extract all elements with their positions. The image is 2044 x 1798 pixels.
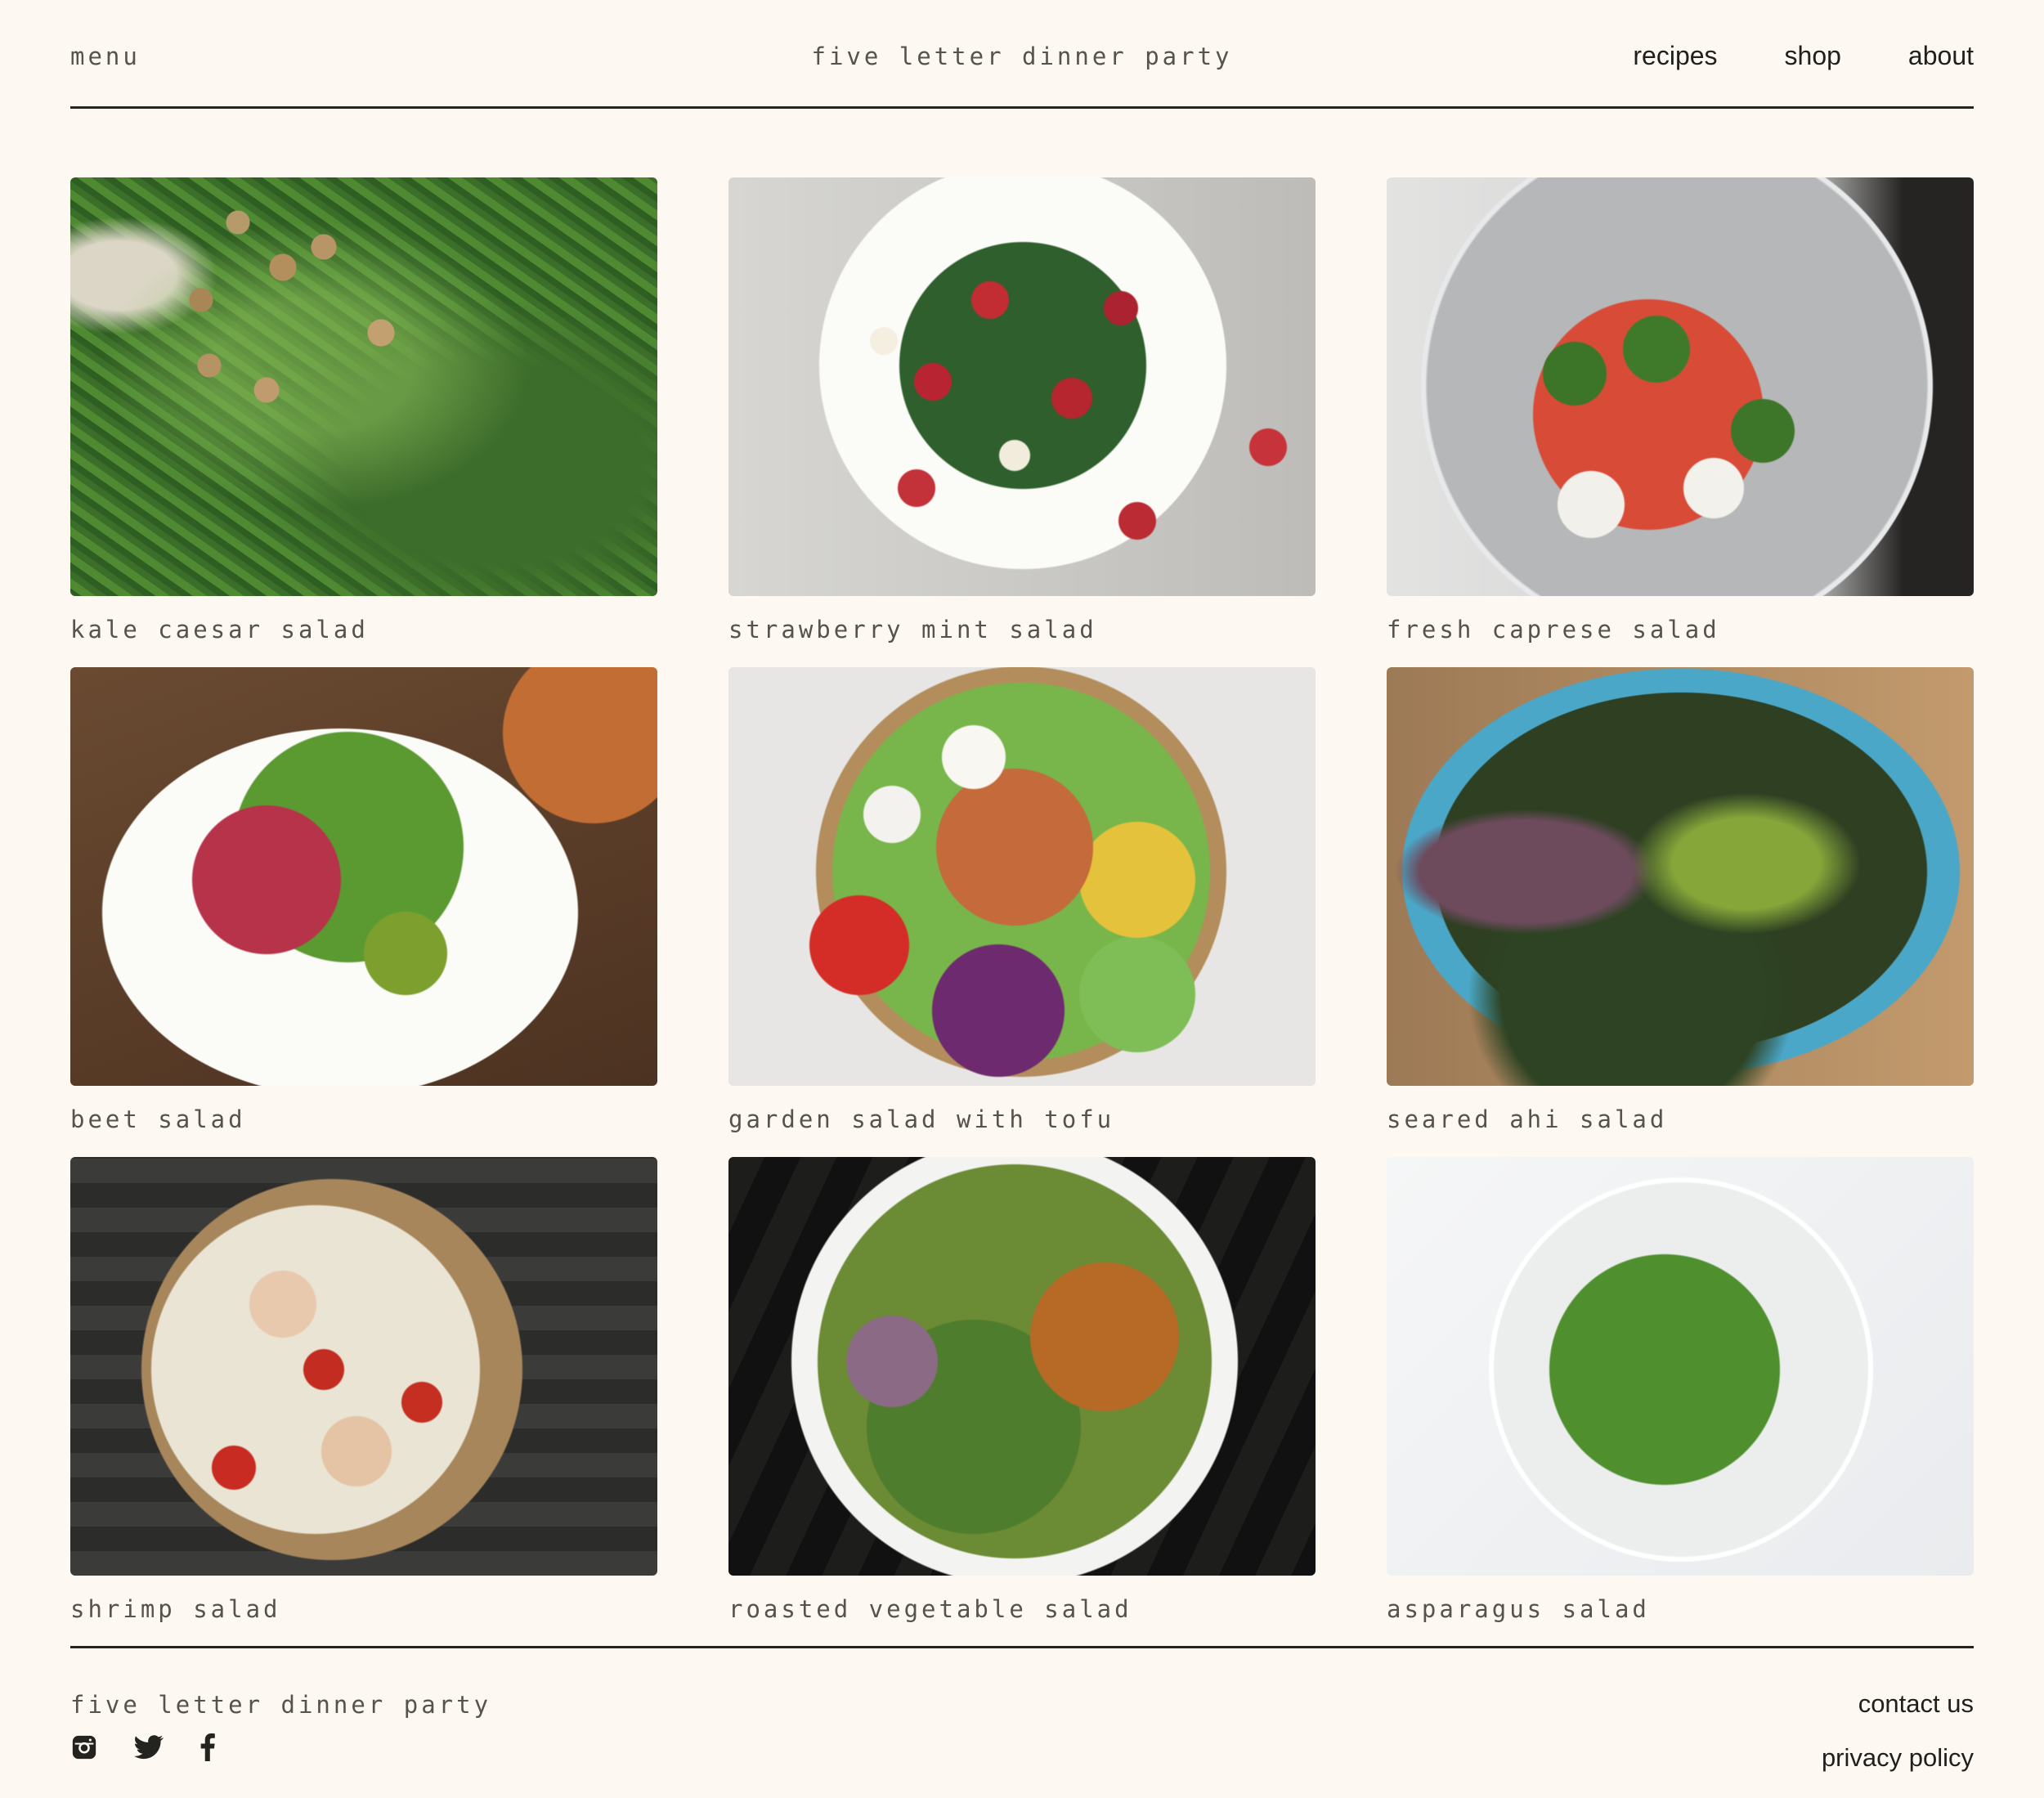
instagram-icon[interactable] [70,1733,98,1761]
recipe-card-strawberry-mint[interactable]: strawberry mint salad [728,177,1316,667]
footer-links: contact us privacy policy [1822,1689,1974,1773]
recipe-photo[interactable] [70,1157,657,1576]
recipe-card-garden-tofu[interactable]: garden salad with tofu [728,667,1316,1157]
nav-recipes[interactable]: recipes [1633,41,1717,71]
recipe-title[interactable]: seared ahi salad [1387,1105,1974,1133]
recipe-photo[interactable] [70,667,657,1086]
recipe-photo[interactable] [728,1157,1316,1576]
recipe-title[interactable]: garden salad with tofu [728,1105,1316,1133]
recipe-title[interactable]: asparagus salad [1387,1595,1974,1623]
facebook-icon[interactable] [199,1733,216,1761]
recipe-card-seared-ahi[interactable]: seared ahi salad [1387,667,1974,1157]
contact-us-link[interactable]: contact us [1822,1689,1974,1719]
recipe-grid: kale caesar salad strawberry mint salad … [70,177,1974,1647]
recipe-photo[interactable] [728,177,1316,596]
site-footer: five letter dinner party contact us priv… [70,1646,1974,1798]
recipe-title[interactable]: kale caesar salad [70,616,657,643]
recipe-title[interactable]: strawberry mint salad [728,616,1316,643]
recipe-card-kale-caesar[interactable]: kale caesar salad [70,177,657,667]
site-header: menu five letter dinner party recipes sh… [70,0,1974,109]
privacy-policy-link[interactable]: privacy policy [1822,1743,1974,1773]
recipe-title[interactable]: shrimp salad [70,1595,657,1623]
recipe-title[interactable]: beet salad [70,1105,657,1133]
recipe-card-asparagus[interactable]: asparagus salad [1387,1157,1974,1647]
recipe-title[interactable]: fresh caprese salad [1387,616,1974,643]
recipe-card-beet[interactable]: beet salad [70,667,657,1157]
twitter-icon[interactable] [134,1735,164,1760]
footer-site-title[interactable]: five letter dinner party [70,1691,491,1719]
main-nav: recipes shop about [1633,41,1974,71]
social-links [70,1733,216,1761]
recipe-title[interactable]: roasted vegetable salad [728,1595,1316,1623]
recipe-photo[interactable] [70,177,657,596]
recipe-card-fresh-caprese[interactable]: fresh caprese salad [1387,177,1974,667]
recipe-photo[interactable] [1387,1157,1974,1576]
recipe-photo[interactable] [1387,667,1974,1086]
recipe-photo[interactable] [728,667,1316,1086]
nav-about[interactable]: about [1908,41,1974,71]
recipe-card-shrimp[interactable]: shrimp salad [70,1157,657,1647]
nav-shop[interactable]: shop [1785,41,1841,71]
recipe-card-roasted-vegetable[interactable]: roasted vegetable salad [728,1157,1316,1647]
recipe-photo[interactable] [1387,177,1974,596]
